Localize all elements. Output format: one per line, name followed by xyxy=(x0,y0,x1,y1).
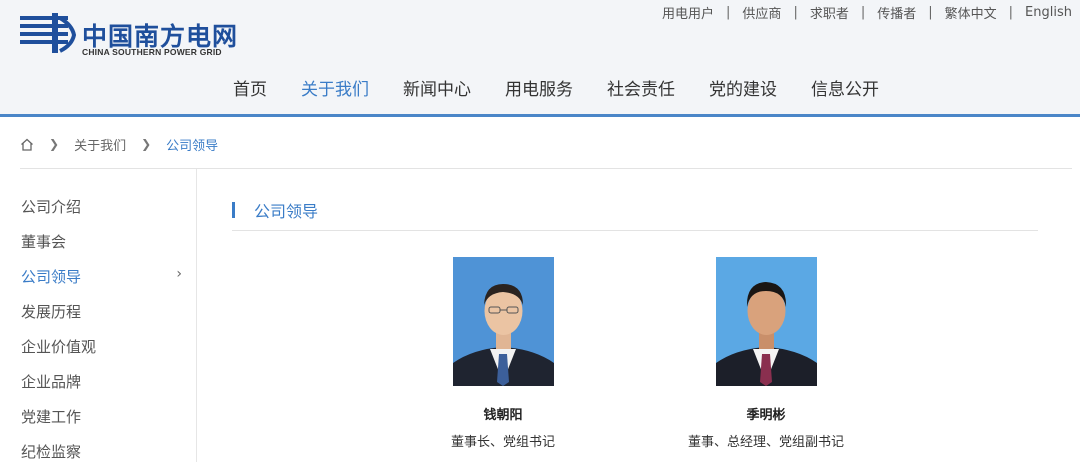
separator: | xyxy=(793,5,798,20)
breadcrumb: ❯ 关于我们 ❯ 公司领导 xyxy=(20,135,219,154)
separator: | xyxy=(928,5,933,20)
sidebar-item-history[interactable]: 发展历程 xyxy=(21,301,186,325)
top-link-traditional-chinese[interactable]: 繁体中文 xyxy=(945,3,997,22)
nav-home[interactable]: 首页 xyxy=(233,75,267,100)
nav-services[interactable]: 用电服务 xyxy=(505,75,573,100)
separator: | xyxy=(1008,5,1014,20)
separator: | xyxy=(726,5,731,20)
section-title-text: 公司领导 xyxy=(254,202,319,221)
main-nav: 首页 关于我们 新闻中心 用电服务 社会责任 党的建设 信息公开 xyxy=(233,75,913,100)
top-link-media[interactable]: 传播者 xyxy=(877,3,916,22)
divider xyxy=(232,230,1038,231)
sidebar-item-party-work[interactable]: 党建工作 xyxy=(21,406,186,430)
sidebar: 公司介绍 董事会 公司领导 › 发展历程 企业价值观 企业品牌 党建工作 纪检监… xyxy=(0,169,197,462)
chevron-right-icon: › xyxy=(176,266,182,282)
top-links: 用电用户 | 供应商 | 求职者 | 传播者 | 繁体中文 | English xyxy=(662,3,1072,22)
title-accent-bar xyxy=(232,202,235,218)
leader-photo xyxy=(715,257,817,386)
leader-photo xyxy=(452,257,554,386)
leader-card[interactable]: 季明彬 董事、总经理、党组副书记 xyxy=(676,257,856,450)
nav-about-us[interactable]: 关于我们 xyxy=(301,75,369,100)
nav-news[interactable]: 新闻中心 xyxy=(403,75,471,100)
sidebar-item-board[interactable]: 董事会 xyxy=(21,231,186,255)
leader-title: 董事、总经理、党组副书记 xyxy=(687,435,844,450)
sidebar-item-discipline[interactable]: 纪检监察 xyxy=(21,441,186,465)
home-icon[interactable] xyxy=(20,138,34,151)
leader-card[interactable]: 钱朝阳 董事长、党组书记 xyxy=(413,257,593,450)
breadcrumb-about-us[interactable]: 关于我们 xyxy=(74,135,126,154)
logo[interactable]: 中国南方电网 CHINA SOUTHERN POWER GRID xyxy=(20,13,250,57)
csg-logo-icon xyxy=(20,13,76,53)
nav-party-building[interactable]: 党的建设 xyxy=(709,75,777,100)
separator: | xyxy=(860,5,866,20)
top-link-users[interactable]: 用电用户 xyxy=(662,3,714,22)
nav-information-disclosure[interactable]: 信息公开 xyxy=(811,75,879,100)
sidebar-item-label: 公司领导 xyxy=(21,268,82,286)
sidebar-item-brand[interactable]: 企业品牌 xyxy=(21,371,186,395)
leader-name: 季明彬 xyxy=(746,408,786,423)
nav-social-responsibility[interactable]: 社会责任 xyxy=(607,75,675,100)
breadcrumb-current: 公司领导 xyxy=(166,138,219,154)
site-header: 中国南方电网 CHINA SOUTHERN POWER GRID 用电用户 | … xyxy=(0,0,1080,117)
top-link-suppliers[interactable]: 供应商 xyxy=(742,3,781,22)
leader-title: 董事长、党组书记 xyxy=(450,435,555,450)
top-link-jobseekers[interactable]: 求职者 xyxy=(810,3,849,22)
section-title: 公司领导 xyxy=(232,198,318,222)
logo-text-en: CHINA SOUTHERN POWER GRID xyxy=(82,47,222,57)
sidebar-item-company-intro[interactable]: 公司介绍 xyxy=(21,196,186,220)
leader-name: 钱朝阳 xyxy=(483,408,523,423)
chevron-right-icon: ❯ xyxy=(49,137,60,151)
sidebar-item-values[interactable]: 企业价值观 xyxy=(21,336,186,360)
top-link-english[interactable]: English xyxy=(1025,5,1072,20)
chevron-right-icon: ❯ xyxy=(141,137,152,151)
sidebar-item-leadership[interactable]: 公司领导 › xyxy=(21,266,186,290)
